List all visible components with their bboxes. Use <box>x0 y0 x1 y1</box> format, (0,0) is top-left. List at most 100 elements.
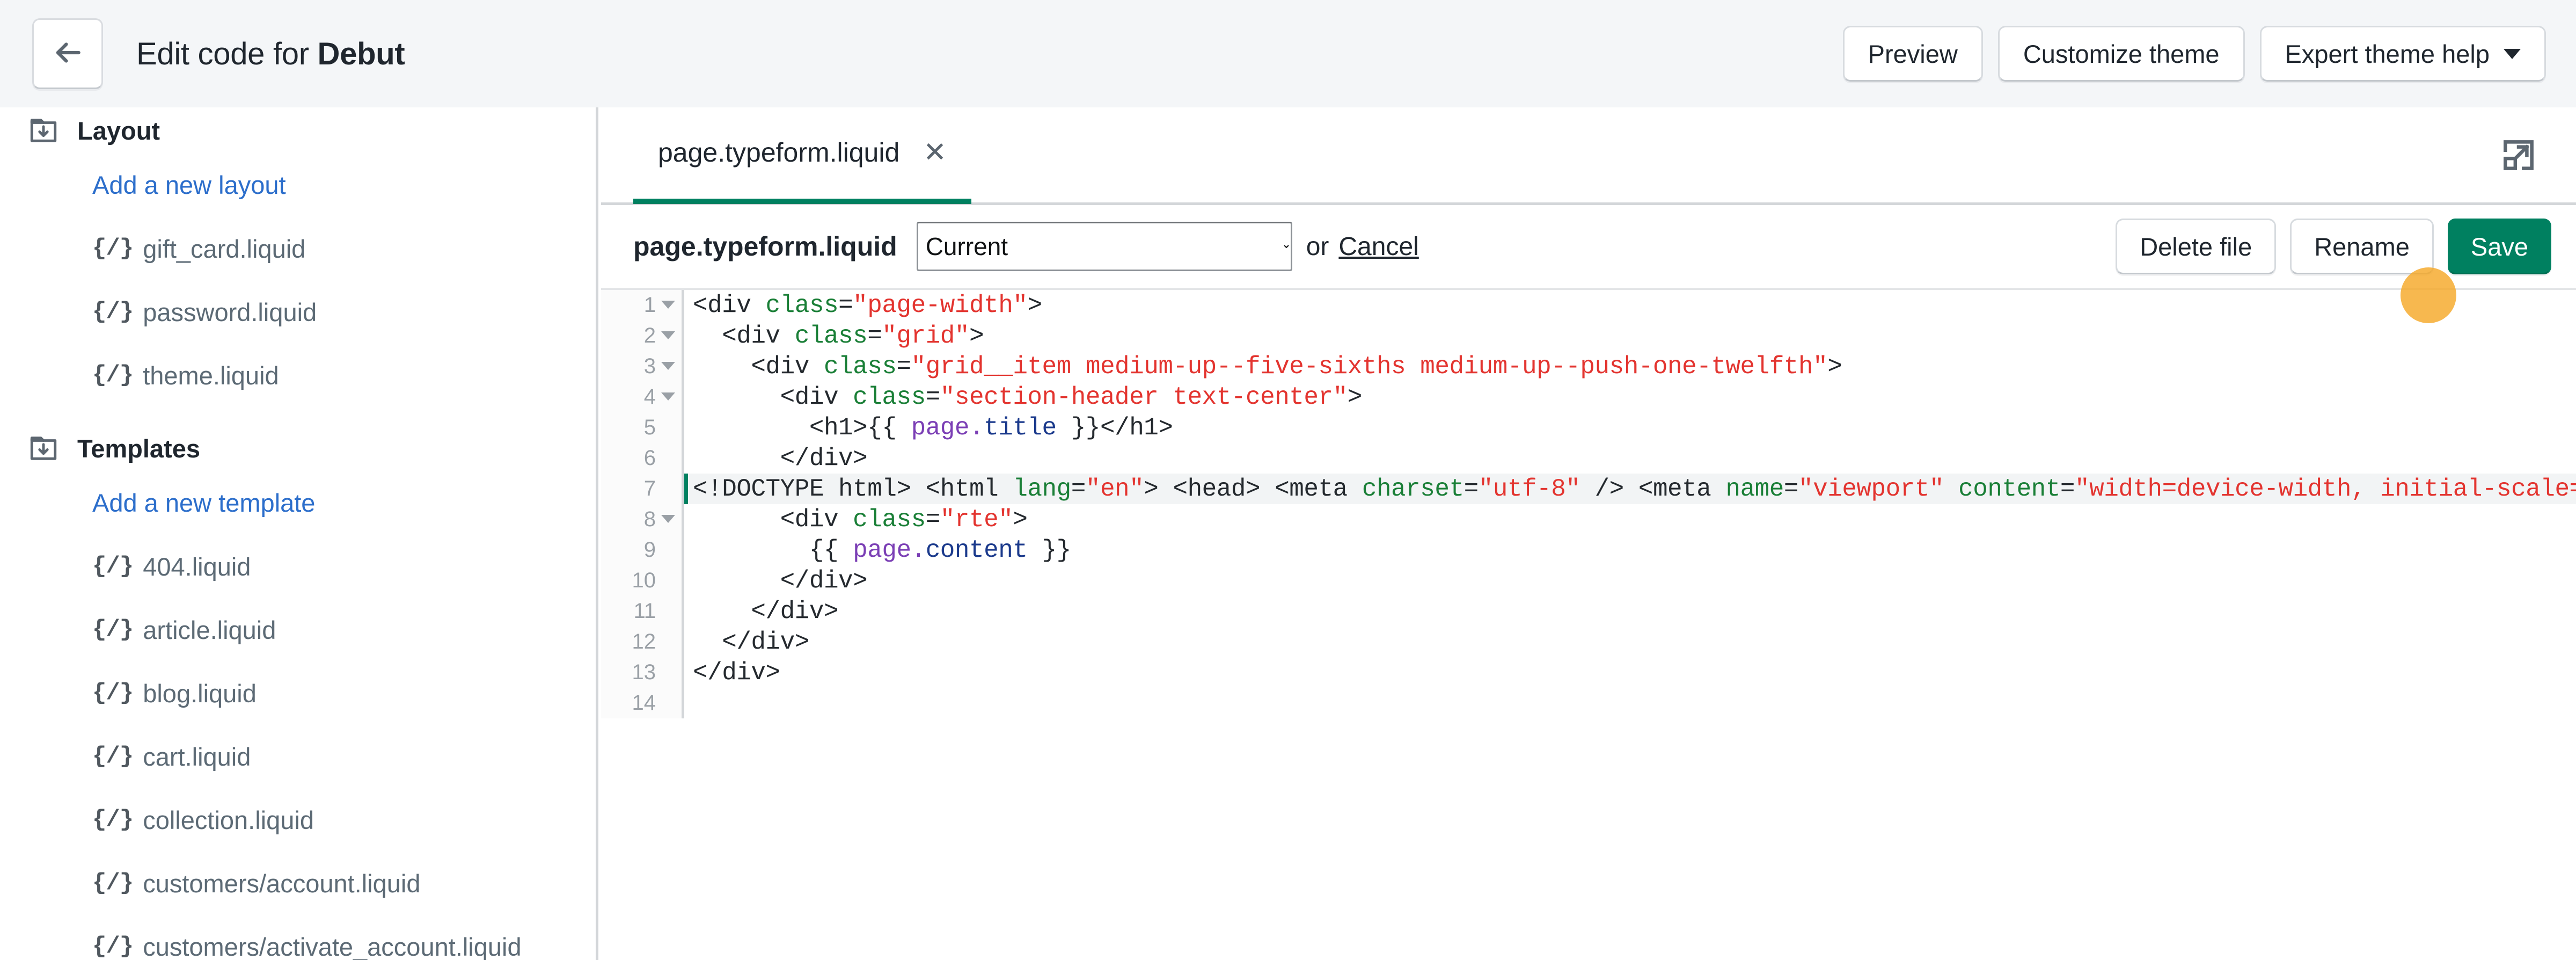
code-token-punc: {{ <box>693 536 853 564</box>
sidebar-file-password[interactable]: {/} password.liquid <box>0 280 596 344</box>
fold-triangle-icon[interactable] <box>661 362 675 370</box>
code-token-attr: class <box>853 505 926 534</box>
code-token-prop: content <box>925 536 1028 564</box>
sidebar-file-customers-account[interactable]: {/} customers/account.liquid <box>0 852 596 915</box>
code-token-tag: > <box>969 322 984 350</box>
line-number-13: 13 <box>601 657 682 688</box>
fold-triangle-icon[interactable] <box>661 331 675 339</box>
sidebar-file-collection[interactable]: {/} collection.liquid <box>0 788 596 852</box>
code-token-tag: > <head> <meta <box>1144 475 1362 503</box>
line-number-12: 12 <box>601 627 682 657</box>
expand-fullscreen-icon[interactable] <box>2499 135 2538 175</box>
code-token-punc: = <box>867 322 882 350</box>
page-title-theme: Debut <box>317 36 405 71</box>
liquid-file-icon: {/} <box>92 362 134 389</box>
code-token-tag: </h1> <box>1100 413 1173 442</box>
editor-tab-page-typeform[interactable]: page.typeform.liquid ✕ <box>633 106 971 204</box>
close-icon[interactable]: ✕ <box>923 139 947 166</box>
code-token-tag: </div> <box>693 628 809 656</box>
sidebar-file-customers-activate-account[interactable]: {/} customers/activate_account.liquid <box>0 915 596 960</box>
add-a-new-layout-link[interactable]: Add a new layout <box>0 154 596 217</box>
code-line-11[interactable]: 11 </div> <box>601 596 2576 627</box>
preview-button-label: Preview <box>1868 39 1958 68</box>
code-line-2[interactable]: 2 <div class="grid"> <box>601 321 2576 351</box>
code-token-attr: class <box>794 322 868 350</box>
code-line-12[interactable]: 12 </div> <box>601 627 2576 657</box>
line-number-10: 10 <box>601 565 682 596</box>
version-select[interactable]: Current <box>916 222 1292 271</box>
code-token-punc: = <box>1071 475 1086 503</box>
code-line-3[interactable]: 3 <div class="grid__item medium-up--five… <box>601 351 2576 382</box>
line-number-5: 5 <box>601 412 682 443</box>
sidebar-file-label: customers/activate_account.liquid <box>143 932 522 960</box>
sidebar-file-article[interactable]: {/} article.liquid <box>0 598 596 661</box>
code-editor-text-area[interactable]: 1 <div class="page-width"> 2 <div class="g… <box>601 290 2576 958</box>
customize-theme-button-label: Customize theme <box>2023 39 2220 68</box>
code-line-10[interactable]: 10 </div> <box>601 565 2576 596</box>
code-line-text: <!DOCTYPE html> <html lang="en"> <head> … <box>684 475 2576 503</box>
code-token-str: "section-header text-center" <box>940 383 1348 411</box>
liquid-file-icon: {/} <box>92 743 134 770</box>
code-line-text: </div> <box>684 659 780 687</box>
code-token-punc: = <box>925 383 941 411</box>
code-line-7[interactable]: 7 <!DOCTYPE html> <html lang="en"> <head>… <box>601 474 2576 504</box>
code-line-13[interactable]: 13 </div> <box>601 657 2576 688</box>
delete-file-button[interactable]: Delete file <box>2116 219 2277 274</box>
code-token-tag: > <box>1347 383 1363 411</box>
sidebar-file-404[interactable]: {/} 404.liquid <box>0 535 596 598</box>
code-token-attr: class <box>765 291 839 319</box>
code-token-punc: = <box>1463 475 1479 503</box>
code-line-4[interactable]: 4 <div class="section-header text-center… <box>601 382 2576 412</box>
line-number-label: 3 <box>643 354 656 378</box>
arrow-left-icon <box>51 36 84 72</box>
sidebar-file-theme[interactable]: {/} theme.liquid <box>0 344 596 407</box>
code-token-str: "page-width" <box>853 291 1028 319</box>
code-token-tag: <div <box>693 505 853 534</box>
file-toolbar: page.typeform.liquid Current or Cancel D… <box>601 205 2576 290</box>
preview-button[interactable]: Preview <box>1842 26 1983 82</box>
code-line-5[interactable]: 5 <h1>{{ page.title }}</h1> <box>601 412 2576 443</box>
fold-triangle-icon[interactable] <box>661 392 675 401</box>
liquid-file-icon: {/} <box>92 616 134 643</box>
code-line-14[interactable]: 14 <box>601 688 2576 718</box>
code-token-tag: <h1> <box>693 413 868 442</box>
liquid-file-icon: {/} <box>92 235 134 262</box>
sidebar-group-layout[interactable]: Layout <box>0 107 596 154</box>
line-number-label: 11 <box>633 599 656 623</box>
code-token-attr: charset <box>1362 475 1464 503</box>
sidebar-file-blog[interactable]: {/} blog.liquid <box>0 661 596 725</box>
back-button[interactable] <box>32 18 103 89</box>
line-number-label: 9 <box>643 538 656 562</box>
code-token-tag: <div <box>693 352 824 381</box>
cancel-link[interactable]: Cancel <box>1338 232 1418 261</box>
line-number-2: 2 <box>601 321 682 351</box>
code-token-tag: > <box>1027 291 1042 319</box>
liquid-file-icon: {/} <box>92 553 134 580</box>
code-line-text: <div class="grid__item medium-up--five-s… <box>684 353 1842 381</box>
sidebar-file-label: gift_card.liquid <box>143 234 306 263</box>
code-line-text: </div> <box>684 567 868 595</box>
liquid-file-icon: {/} <box>92 299 134 325</box>
customize-theme-button[interactable]: Customize theme <box>1997 26 2245 82</box>
code-token-attr: class <box>823 352 897 381</box>
code-line-8[interactable]: 8 <div class="rte"> <box>601 504 2576 535</box>
liquid-file-icon: {/} <box>92 806 134 833</box>
file-tree-sidebar[interactable]: Layout Add a new layout {/} gift_card.li… <box>0 107 598 960</box>
sidebar-group-templates[interactable]: Templates <box>0 425 596 471</box>
add-a-new-template-link[interactable]: Add a new template <box>0 471 596 535</box>
fold-triangle-icon[interactable] <box>661 515 675 523</box>
sidebar-file-gift-card[interactable]: {/} gift_card.liquid <box>0 217 596 280</box>
code-line-1[interactable]: 1 <div class="page-width"> <box>601 290 2576 321</box>
sidebar-group-spacer <box>0 407 596 425</box>
save-button[interactable]: Save <box>2447 219 2551 274</box>
line-number-6: 6 <box>601 443 682 474</box>
line-number-7: 7 <box>601 474 682 504</box>
code-token-punc: = <box>1783 475 1799 503</box>
sidebar-file-cart[interactable]: {/} cart.liquid <box>0 725 596 788</box>
expert-theme-help-button[interactable]: Expert theme help <box>2259 26 2546 82</box>
code-line-6[interactable]: 6 </div> <box>601 443 2576 474</box>
rename-button[interactable]: Rename <box>2290 219 2434 274</box>
line-number-4: 4 <box>601 382 682 412</box>
fold-triangle-icon[interactable] <box>661 301 675 309</box>
code-line-9[interactable]: 9 {{ page.content }} <box>601 535 2576 565</box>
